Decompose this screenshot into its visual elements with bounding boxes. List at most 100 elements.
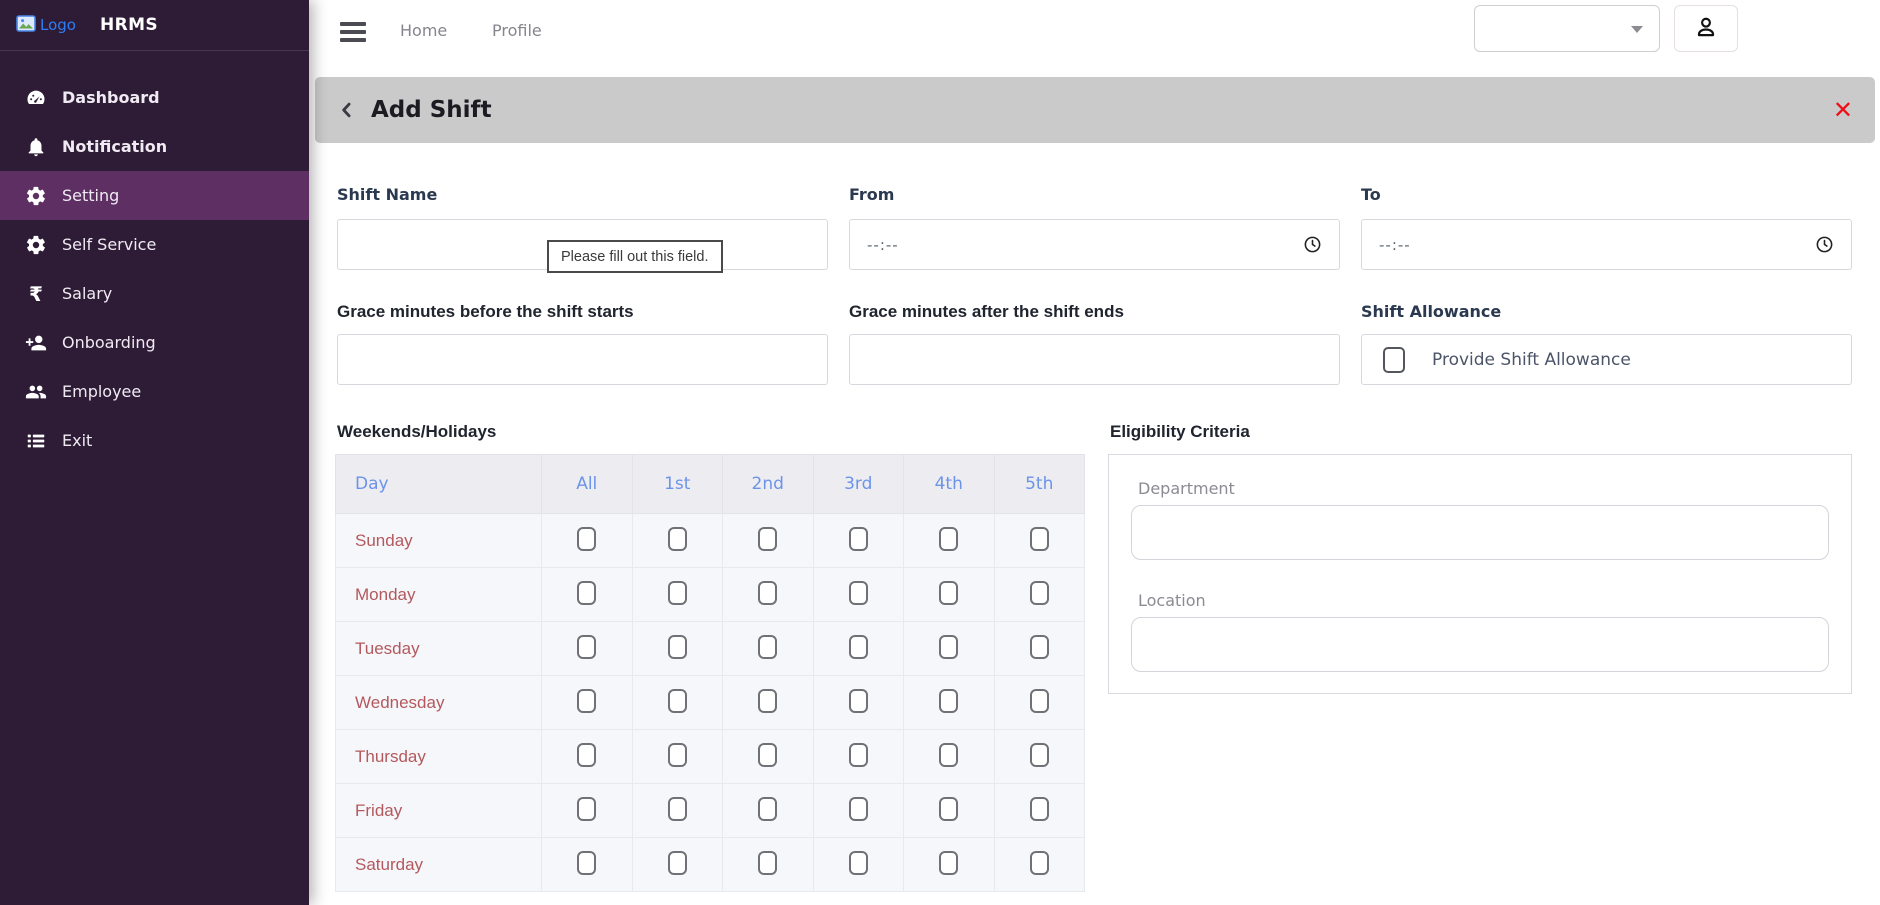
cell-friday-5th — [994, 784, 1085, 838]
checkbox-monday-2nd[interactable] — [758, 581, 777, 605]
checkbox-sunday-4th[interactable] — [939, 527, 958, 551]
clock-icon[interactable] — [1303, 235, 1322, 254]
checkbox-saturday-2nd[interactable] — [758, 851, 777, 875]
checkbox-sunday-3rd[interactable] — [849, 527, 868, 551]
checkbox-thursday-2nd[interactable] — [758, 743, 777, 767]
checkbox-saturday-all[interactable] — [577, 851, 596, 875]
dashboard-icon — [24, 86, 48, 110]
checkbox-tuesday-2nd[interactable] — [758, 635, 777, 659]
checkbox-monday-5th[interactable] — [1030, 581, 1049, 605]
sidebar-item-self-service[interactable]: Self Service — [0, 220, 309, 269]
cell-saturday-4th — [904, 838, 995, 892]
location-input[interactable] — [1131, 617, 1829, 672]
checkbox-tuesday-4th[interactable] — [939, 635, 958, 659]
checkbox-monday-4th[interactable] — [939, 581, 958, 605]
provide-shift-allowance-checkbox[interactable] — [1383, 347, 1405, 373]
grace-after-input[interactable] — [849, 334, 1340, 385]
app-logo[interactable]: Logo — [16, 15, 76, 36]
cell-friday-all — [542, 784, 633, 838]
sidebar-item-exit[interactable]: Exit — [0, 416, 309, 465]
checkbox-sunday-1st[interactable] — [668, 527, 687, 551]
chevron-down-icon — [1631, 26, 1643, 33]
cell-wednesday-all — [542, 676, 633, 730]
profile-button[interactable] — [1674, 5, 1738, 52]
checkbox-thursday-5th[interactable] — [1030, 743, 1049, 767]
list-icon — [24, 429, 48, 453]
sidebar-item-employee[interactable]: Employee — [0, 367, 309, 416]
sidebar-item-notification[interactable]: Notification — [0, 122, 309, 171]
weekend-row-tuesday: Tuesday — [336, 622, 1085, 676]
weekends-table: DayAll1st2nd3rd4th5th SundayMondayTuesda… — [335, 454, 1085, 892]
nav-link-profile[interactable]: Profile — [492, 21, 542, 40]
day-name-thursday: Thursday — [336, 730, 542, 784]
cell-sunday-3rd — [813, 514, 904, 568]
close-icon[interactable]: ✕ — [1833, 98, 1853, 122]
sidebar-item-dashboard[interactable]: Dashboard — [0, 73, 309, 122]
to-time-input[interactable]: --:-- — [1361, 219, 1852, 270]
cell-sunday-4th — [904, 514, 995, 568]
checkbox-saturday-3rd[interactable] — [849, 851, 868, 875]
nav-link-home[interactable]: Home — [400, 21, 447, 40]
checkbox-tuesday-5th[interactable] — [1030, 635, 1049, 659]
cell-thursday-all — [542, 730, 633, 784]
checkbox-sunday-2nd[interactable] — [758, 527, 777, 551]
checkbox-friday-all[interactable] — [577, 797, 596, 821]
bell-icon — [24, 135, 48, 159]
checkbox-wednesday-all[interactable] — [577, 689, 596, 713]
cell-friday-1st — [632, 784, 723, 838]
cell-tuesday-4th — [904, 622, 995, 676]
checkbox-thursday-all[interactable] — [577, 743, 596, 767]
weekend-row-friday: Friday — [336, 784, 1085, 838]
checkbox-monday-1st[interactable] — [668, 581, 687, 605]
to-label: To — [1361, 185, 1381, 204]
department-input[interactable] — [1131, 505, 1829, 560]
shift-allowance-box: Provide Shift Allowance — [1361, 334, 1852, 385]
checkbox-saturday-4th[interactable] — [939, 851, 958, 875]
cell-monday-4th — [904, 568, 995, 622]
checkbox-wednesday-5th[interactable] — [1030, 689, 1049, 713]
checkbox-tuesday-3rd[interactable] — [849, 635, 868, 659]
topbar: Home Profile — [309, 0, 1880, 58]
checkbox-sunday-5th[interactable] — [1030, 527, 1049, 551]
checkbox-wednesday-2nd[interactable] — [758, 689, 777, 713]
from-time-placeholder: --:-- — [867, 236, 899, 254]
validation-tooltip: Please fill out this field. — [547, 240, 723, 273]
checkbox-friday-4th[interactable] — [939, 797, 958, 821]
checkbox-friday-1st[interactable] — [668, 797, 687, 821]
checkbox-thursday-4th[interactable] — [939, 743, 958, 767]
checkbox-friday-5th[interactable] — [1030, 797, 1049, 821]
grace-before-input[interactable] — [337, 334, 828, 385]
cell-wednesday-2nd — [723, 676, 814, 730]
page-title: Add Shift — [371, 97, 492, 123]
cell-monday-3rd — [813, 568, 904, 622]
checkbox-thursday-3rd[interactable] — [849, 743, 868, 767]
checkbox-saturday-5th[interactable] — [1030, 851, 1049, 875]
hamburger-menu-icon[interactable] — [340, 22, 366, 42]
sidebar-item-salary[interactable]: ₹Salary — [0, 269, 309, 318]
column-header-all: All — [542, 455, 633, 514]
checkbox-tuesday-1st[interactable] — [668, 635, 687, 659]
checkbox-friday-2nd[interactable] — [758, 797, 777, 821]
column-header-1st: 1st — [632, 455, 723, 514]
checkbox-saturday-1st[interactable] — [668, 851, 687, 875]
checkbox-tuesday-all[interactable] — [577, 635, 596, 659]
cell-sunday-all — [542, 514, 633, 568]
cell-monday-5th — [994, 568, 1085, 622]
back-chevron-icon[interactable] — [337, 100, 357, 120]
day-name-sunday: Sunday — [336, 514, 542, 568]
checkbox-monday-all[interactable] — [577, 581, 596, 605]
person-plus-icon — [24, 331, 48, 355]
sidebar-item-onboarding[interactable]: Onboarding — [0, 318, 309, 367]
from-time-input[interactable]: --:-- — [849, 219, 1340, 270]
checkbox-wednesday-1st[interactable] — [668, 689, 687, 713]
sidebar-item-setting[interactable]: Setting — [0, 171, 309, 220]
checkbox-monday-3rd[interactable] — [849, 581, 868, 605]
checkbox-thursday-1st[interactable] — [668, 743, 687, 767]
checkbox-wednesday-4th[interactable] — [939, 689, 958, 713]
checkbox-wednesday-3rd[interactable] — [849, 689, 868, 713]
checkbox-sunday-all[interactable] — [577, 527, 596, 551]
clock-icon[interactable] — [1815, 235, 1834, 254]
cell-friday-2nd — [723, 784, 814, 838]
user-dropdown[interactable] — [1474, 5, 1660, 52]
checkbox-friday-3rd[interactable] — [849, 797, 868, 821]
